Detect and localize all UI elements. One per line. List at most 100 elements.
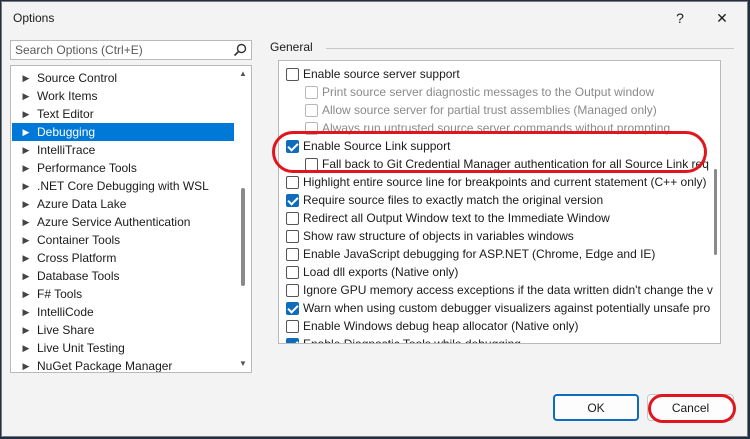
- option-label: Enable Source Link support: [303, 139, 451, 153]
- help-button[interactable]: ?: [660, 6, 700, 30]
- expand-arrow-icon[interactable]: ▶: [21, 231, 31, 249]
- tree-item-label: Cross Platform: [37, 251, 117, 265]
- tree-item[interactable]: ▶ IntelliCode: [12, 303, 234, 321]
- search-options-box[interactable]: [10, 40, 252, 60]
- expand-arrow-icon[interactable]: ▶: [21, 159, 31, 177]
- ok-button[interactable]: OK: [553, 394, 639, 421]
- tree-item[interactable]: ▶ F# Tools: [12, 285, 234, 303]
- group-header-general: General: [270, 40, 313, 54]
- tree-item[interactable]: ▶ Azure Data Lake: [12, 195, 234, 213]
- tree-item[interactable]: ▶ Text Editor: [12, 105, 234, 123]
- tree-item[interactable]: ▶ Cross Platform: [12, 249, 234, 267]
- tree-item-label: Work Items: [37, 89, 98, 103]
- tree-item[interactable]: ▶ IntelliTrace: [12, 141, 234, 159]
- expand-arrow-icon[interactable]: ▶: [21, 339, 31, 357]
- tree-item[interactable]: ▶ Live Share: [12, 321, 234, 339]
- expand-arrow-icon[interactable]: ▶: [21, 69, 31, 87]
- checkbox-unchecked[interactable]: [286, 176, 299, 189]
- scroll-thumb[interactable]: [241, 188, 245, 286]
- tree-item-label: Text Editor: [37, 107, 94, 121]
- tree-item-label: Live Share: [37, 323, 95, 337]
- tree-scrollbar[interactable]: ▲ ▼: [235, 66, 251, 372]
- expand-arrow-icon[interactable]: ▶: [21, 267, 31, 285]
- expand-arrow-icon[interactable]: ▶: [21, 357, 31, 372]
- tree-item-label: Azure Data Lake: [37, 197, 127, 211]
- scroll-down-icon[interactable]: ▼: [235, 357, 251, 371]
- title-bar[interactable]: Options ? ✕: [2, 2, 747, 34]
- expand-arrow-icon[interactable]: ▶: [21, 213, 31, 231]
- expand-arrow-icon[interactable]: ▶: [21, 87, 31, 105]
- expand-arrow-icon[interactable]: ▶: [21, 195, 31, 213]
- dialog-title: Options: [13, 11, 55, 25]
- tree-item[interactable]: ▶ .NET Core Debugging with WSL: [12, 177, 234, 195]
- option-label: Require source files to exactly match th…: [303, 193, 604, 207]
- checkbox-unchecked[interactable]: [286, 230, 299, 243]
- option-label: Fall back to Git Credential Manager auth…: [322, 157, 709, 171]
- tree-item[interactable]: ▶ NuGet Package Manager: [12, 357, 234, 372]
- option-label: Highlight entire source line for breakpo…: [303, 175, 707, 189]
- expand-arrow-icon[interactable]: ▶: [21, 285, 31, 303]
- checkbox-unchecked[interactable]: [286, 284, 299, 297]
- tree-item-label: Container Tools: [37, 233, 121, 247]
- option-label: Enable Windows debug heap allocator (Nat…: [303, 319, 579, 333]
- debugging-options-list: Enable source server support Print source…: [278, 60, 721, 344]
- expand-arrow-icon[interactable]: ▶: [21, 177, 31, 195]
- option-label: Warn when using custom debugger visualiz…: [303, 301, 711, 315]
- checkbox-unchecked: [305, 104, 318, 117]
- option-label: Always run untrusted source server comma…: [322, 121, 671, 135]
- options-scrollbar[interactable]: [710, 61, 720, 343]
- checkbox-unchecked[interactable]: [286, 320, 299, 333]
- option-label: Show raw structure of objects in variabl…: [303, 229, 574, 243]
- tree-item-label: Azure Service Authentication: [37, 215, 191, 229]
- checkbox-unchecked[interactable]: [286, 266, 299, 279]
- tree-item-label: Debugging: [37, 125, 96, 139]
- option-label: Ignore GPU memory access exceptions if t…: [303, 283, 713, 297]
- checkbox-checked[interactable]: [286, 194, 299, 207]
- expand-arrow-icon[interactable]: ▶: [21, 105, 31, 123]
- tree-item-label: Source Control: [37, 71, 118, 85]
- checkbox-checked[interactable]: [286, 338, 299, 343]
- close-button[interactable]: ✕: [702, 6, 742, 30]
- option-label: Enable source server support: [303, 67, 460, 81]
- cancel-button[interactable]: Cancel: [647, 394, 734, 421]
- search-input[interactable]: [15, 42, 225, 58]
- tree-item-label: .NET Core Debugging with WSL: [37, 179, 209, 193]
- expand-arrow-icon[interactable]: ▶: [21, 249, 31, 267]
- checkbox-unchecked[interactable]: [305, 158, 318, 171]
- option-label: Enable Diagnostic Tools while debugging: [303, 337, 521, 344]
- tree-item[interactable]: ▶ Container Tools: [12, 231, 234, 249]
- option-label: Enable JavaScript debugging for ASP.NET …: [303, 247, 656, 261]
- checkbox-unchecked[interactable]: [286, 68, 299, 81]
- checkbox-checked[interactable]: [286, 140, 299, 153]
- options-scroll-thumb[interactable]: [714, 169, 717, 255]
- expand-arrow-icon[interactable]: ▶: [21, 303, 31, 321]
- expand-arrow-icon[interactable]: ▶: [21, 141, 31, 159]
- tree-item[interactable]: ▶ Database Tools: [12, 267, 234, 285]
- tree-item[interactable]: ▶ Source Control: [12, 69, 234, 87]
- option-label: Allow source server for partial trust as…: [322, 103, 657, 117]
- expand-arrow-icon[interactable]: ▶: [21, 123, 31, 141]
- tree-item[interactable]: ▶ Performance Tools: [12, 159, 234, 177]
- checkbox-unchecked[interactable]: [286, 248, 299, 261]
- tree-item-label: Live Unit Testing: [37, 341, 125, 355]
- tree-item-label: Database Tools: [37, 269, 120, 283]
- checkbox-checked[interactable]: [286, 302, 299, 315]
- option-label: Load dll exports (Native only): [303, 265, 459, 279]
- options-tree: ▲ ▼ ▶ Source Control ▶ Work Items ▶ Text Edit…: [10, 65, 252, 373]
- checkbox-unchecked: [305, 86, 318, 99]
- tree-item[interactable]: ▶ Debugging: [12, 123, 234, 141]
- tree-item[interactable]: ▶ Live Unit Testing: [12, 339, 234, 357]
- tree-item[interactable]: ▶ Work Items: [12, 87, 234, 105]
- checkbox-unchecked: [305, 122, 318, 135]
- tree-item-label: Performance Tools: [37, 161, 137, 175]
- expand-arrow-icon[interactable]: ▶: [21, 321, 31, 339]
- checkbox-unchecked[interactable]: [286, 212, 299, 225]
- scroll-up-icon[interactable]: ▲: [235, 67, 251, 81]
- option-label: Redirect all Output Window text to the I…: [303, 211, 610, 225]
- search-icon[interactable]: [233, 43, 247, 57]
- tree-item-label: F# Tools: [37, 287, 83, 301]
- option-label: Print source server diagnostic messages …: [322, 85, 655, 99]
- tree-item-label: IntelliCode: [37, 305, 94, 319]
- tree-item-label: IntelliTrace: [37, 143, 96, 157]
- tree-item[interactable]: ▶ Azure Service Authentication: [12, 213, 234, 231]
